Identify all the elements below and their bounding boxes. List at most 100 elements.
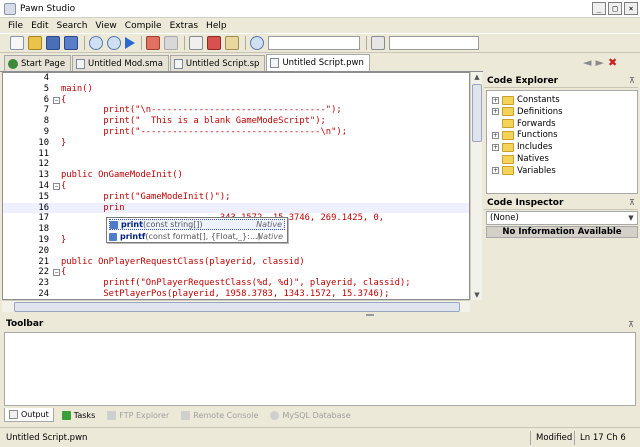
line-number: 9 [43, 127, 49, 137]
line-number: 17 [38, 213, 49, 224]
folder-icon [502, 130, 514, 140]
fold-toggle-icon[interactable]: − [53, 183, 60, 190]
function-signature: (const string[]) [142, 220, 203, 229]
menu-search[interactable]: Search [57, 21, 88, 31]
status-filename: Untitled Script.pwn [6, 433, 88, 443]
code-editor[interactable]: 4 5 main() 6−{7 print("\n------------------… [2, 72, 470, 300]
code-inspector-select[interactable]: (None) ▼ [486, 211, 638, 225]
code-line[interactable]: 16 prin [3, 202, 469, 214]
splitter-grip[interactable] [366, 314, 374, 316]
compile-run-icon[interactable] [125, 37, 135, 49]
code-line[interactable]: 22−{ [3, 267, 469, 278]
toolbar-separator [366, 36, 367, 50]
find-icon[interactable] [250, 36, 264, 50]
expand-icon[interactable]: + [492, 96, 499, 104]
code-line[interactable]: 4 [3, 73, 469, 84]
tab-untitled-script-sp[interactable]: Untitled Script.sp [169, 55, 266, 71]
close-window-button[interactable]: × [624, 2, 638, 15]
tab-start-page[interactable]: Start Page [4, 55, 72, 71]
code-line[interactable]: 23 printf("OnPlayerRequestClass(%d, %d)"… [3, 278, 469, 289]
menu-compile[interactable]: Compile [125, 21, 162, 31]
save-icon[interactable] [46, 36, 60, 50]
tree-item-variables[interactable]: + Variables [492, 165, 556, 177]
autocomplete-item[interactable]: printf (const format[], {Float,_}:...) N… [109, 231, 285, 242]
minimize-button[interactable]: _ [592, 2, 606, 15]
zoom-in-icon[interactable] [89, 36, 103, 50]
document-icon [173, 58, 183, 69]
pin-icon[interactable]: ⊼ [629, 196, 635, 210]
code-line[interactable]: 6−{ [3, 95, 469, 106]
menu-edit[interactable]: Edit [31, 21, 48, 31]
close-tab-icon[interactable]: ✖ [608, 56, 617, 69]
pane-splitter[interactable] [0, 313, 640, 317]
autocomplete-item[interactable]: print (const string[]) Native [109, 219, 285, 230]
tree-item-includes[interactable]: + Includes [492, 141, 552, 153]
code-line[interactable]: 15 print("GameModeInit()"); [3, 192, 469, 203]
code-line[interactable]: 8 print(" This is a blank GameModeScript… [3, 116, 469, 127]
open-folder-icon[interactable] [28, 36, 42, 50]
copy-icon[interactable] [189, 36, 203, 50]
chevron-down-icon[interactable]: ▼ [626, 213, 636, 223]
expand-icon[interactable]: + [492, 167, 499, 175]
code-line[interactable]: 13 public OnGameModeInit() [3, 170, 469, 181]
fold-toggle-icon[interactable]: − [53, 269, 60, 277]
expand-icon[interactable]: + [492, 143, 499, 151]
paste-icon[interactable] [225, 36, 239, 50]
maximize-button[interactable]: □ [608, 2, 622, 15]
code-line[interactable]: 24 SetPlayerPos(playerid, 1958.3783, 134… [3, 289, 469, 299]
search-input[interactable] [268, 36, 360, 50]
redo-icon[interactable] [164, 36, 178, 50]
tab-ftp-explorer[interactable]: FTP Explorer [103, 408, 173, 422]
scroll-up-icon[interactable]: ▲ [472, 72, 482, 82]
save-all-icon[interactable] [64, 36, 78, 50]
fold-toggle-icon[interactable]: − [53, 96, 60, 104]
output-area[interactable] [4, 332, 636, 406]
menu-extras[interactable]: Extras [170, 21, 198, 31]
tab-untitled-script-pwn[interactable]: Untitled Script.pwn [266, 54, 370, 71]
tab-remote-console[interactable]: Remote Console [177, 408, 262, 422]
editor-vertical-scrollbar[interactable]: ▲ ▼ [470, 72, 482, 300]
expand-icon[interactable]: + [492, 108, 499, 116]
code-line[interactable]: 14−{ [3, 181, 469, 192]
tree-item-constants[interactable]: + Constants [492, 94, 560, 106]
code-line[interactable]: 21 public OnPlayerRequestClass(playerid, … [3, 257, 469, 268]
editor-horizontal-scrollbar[interactable] [2, 300, 470, 312]
expand-icon[interactable]: + [492, 131, 499, 139]
code-line[interactable]: 7 print("\n-----------------------------… [3, 105, 469, 116]
code-text: prin [61, 202, 125, 213]
code-line[interactable]: 5 main() [3, 84, 469, 95]
tab-untitled-mod-sma[interactable]: Untitled Mod.sma [72, 55, 169, 71]
scroll-down-icon[interactable]: ▼ [472, 290, 482, 300]
tab-mysql-database[interactable]: MySQL Database [266, 408, 354, 422]
menu-view[interactable]: View [95, 21, 116, 31]
scroll-thumb[interactable] [14, 302, 460, 312]
menu-help[interactable]: Help [206, 21, 227, 31]
cut-icon[interactable] [207, 36, 221, 50]
tree-item-natives[interactable]: Natives [492, 153, 549, 165]
zoom-out-icon[interactable] [107, 36, 121, 50]
tree-item-label: Definitions [517, 106, 563, 117]
tree-item-definitions[interactable]: + Definitions [492, 106, 563, 118]
scroll-thumb[interactable] [472, 84, 482, 142]
code-line[interactable]: 20 [3, 246, 469, 257]
goto-line-icon[interactable] [371, 36, 385, 50]
goto-line-input[interactable] [389, 36, 479, 50]
pin-icon[interactable]: ⊼ [629, 74, 635, 88]
inspector-info-header: No Information Available [486, 226, 638, 238]
code-text: print("---------------------------------… [61, 127, 347, 137]
tree-item-functions[interactable]: + Functions [492, 129, 558, 141]
tab-tasks[interactable]: Tasks [58, 408, 99, 422]
new-file-icon[interactable] [10, 36, 24, 50]
autocomplete-popup: print (const string[]) Native printf (co… [106, 217, 288, 243]
tree-item-forwards[interactable]: Forwards [492, 118, 556, 130]
code-line[interactable]: 9 print("-------------------------------… [3, 127, 469, 138]
tab-output[interactable]: Output [4, 408, 54, 422]
tab-prev-icon[interactable]: ◄ [583, 56, 591, 69]
undo-icon[interactable] [146, 36, 160, 50]
pin-icon[interactable]: ⊼ [628, 318, 634, 331]
menu-file[interactable]: File [8, 21, 23, 31]
code-line[interactable]: 11 [3, 149, 469, 160]
tab-next-icon[interactable]: ► [595, 56, 603, 69]
code-line[interactable]: 10} [3, 138, 469, 149]
code-line[interactable]: 12 [3, 159, 469, 170]
